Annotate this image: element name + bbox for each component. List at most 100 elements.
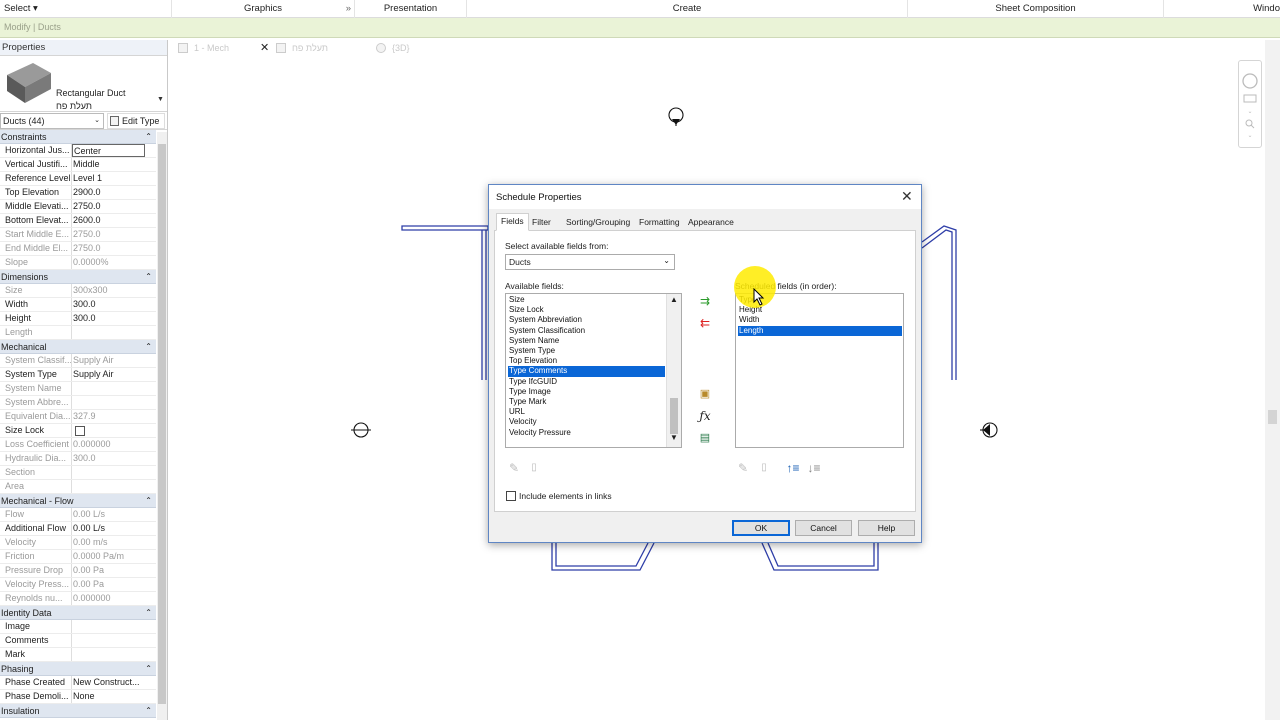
- collapse-icon[interactable]: ⌃: [145, 704, 152, 718]
- available-field-item[interactable]: Type Image: [508, 387, 665, 397]
- checkbox-box[interactable]: [506, 491, 516, 501]
- view-tab-1-mech[interactable]: 1 - Mech ✕: [172, 40, 272, 56]
- edit-type-button[interactable]: Edit Type: [107, 113, 165, 129]
- list-scrollbar[interactable]: ▲ ▼: [666, 294, 681, 447]
- available-field-item[interactable]: System Type: [508, 346, 665, 356]
- collapse-icon[interactable]: ⌃: [145, 606, 152, 620]
- available-field-item[interactable]: System Name: [508, 336, 665, 346]
- help-button[interactable]: Help: [858, 520, 915, 536]
- ribbon-sheet-composition-label: Sheet Composition: [995, 3, 1076, 14]
- scheduled-field-item[interactable]: Width: [738, 315, 902, 325]
- steering-wheel-icon[interactable]: ⌄ ⌄: [1239, 61, 1261, 147]
- ribbon-select-panel[interactable]: Select ▾: [0, 0, 172, 18]
- property-value[interactable]: Middle: [73, 158, 145, 171]
- scrollbar-thumb[interactable]: [158, 144, 166, 704]
- close-icon[interactable]: ✕: [901, 188, 913, 205]
- view-tab-3d[interactable]: {3D}: [370, 40, 450, 56]
- scheduled-field-item[interactable]: Length: [738, 325, 902, 336]
- view-tab-schedule[interactable]: תעלת פח: [270, 40, 370, 56]
- ok-button[interactable]: OK: [732, 520, 790, 536]
- available-field-item[interactable]: Size: [508, 295, 665, 305]
- section-title: Dimensions: [1, 272, 49, 282]
- property-section-header[interactable]: Phasing ⌃: [0, 662, 156, 676]
- property-row: Comments: [0, 634, 156, 648]
- property-value[interactable]: None: [73, 690, 145, 703]
- chevron-down-icon[interactable]: ▼: [157, 96, 164, 103]
- dialog-titlebar[interactable]: Schedule Properties ✕: [489, 185, 921, 209]
- available-field-item[interactable]: Type Comments: [508, 366, 665, 377]
- scroll-up-icon[interactable]: ▲: [670, 295, 678, 304]
- available-field-item[interactable]: Velocity Pressure: [508, 428, 665, 438]
- property-section-header[interactable]: Mechanical ⌃: [0, 340, 156, 354]
- add-field-icon[interactable]: ⇉: [698, 294, 712, 308]
- properties-scrollbar[interactable]: [157, 132, 167, 720]
- property-value[interactable]: 2750.0: [73, 200, 145, 213]
- ribbon-sheet-composition-panel[interactable]: Sheet Composition: [908, 0, 1164, 18]
- scrollbar-thumb[interactable]: [670, 398, 678, 434]
- move-down-icon[interactable]: ↓≡: [807, 461, 821, 475]
- property-value[interactable]: New Construct...: [73, 676, 145, 689]
- property-value[interactable]: 300.0: [73, 312, 145, 325]
- close-icon[interactable]: ✕: [260, 40, 269, 56]
- type-selector[interactable]: Rectangular Duct תעלת פח ▼: [0, 56, 167, 112]
- ribbon-graphics-panel[interactable]: Graphics »: [172, 0, 355, 18]
- instance-filter-dropdown[interactable]: Ducts (44) ⌄: [0, 113, 104, 129]
- collapse-icon[interactable]: ⌃: [145, 340, 152, 354]
- available-field-item[interactable]: Type Mark: [508, 397, 665, 407]
- property-section-header[interactable]: Dimensions ⌃: [0, 270, 156, 284]
- property-value[interactable]: Supply Air: [73, 368, 145, 381]
- tab-formatting[interactable]: Formatting: [634, 214, 685, 230]
- available-field-item[interactable]: URL: [508, 407, 665, 417]
- collapse-icon[interactable]: ⌃: [145, 494, 152, 508]
- property-section-header[interactable]: Constraints ⌃: [0, 130, 156, 144]
- available-field-item[interactable]: Type IfcGUID: [508, 377, 665, 387]
- move-up-icon[interactable]: ↑≡: [786, 461, 800, 475]
- property-section-header[interactable]: Identity Data ⌃: [0, 606, 156, 620]
- size-lock-checkbox[interactable]: [75, 426, 85, 436]
- calculated-value-icon[interactable]: ƒx: [698, 409, 712, 423]
- property-value[interactable]: 2600.0: [73, 214, 145, 227]
- tab-fields[interactable]: Fields: [496, 213, 529, 231]
- scheduled-field-item[interactable]: Height: [738, 305, 902, 315]
- panel-expander-icon[interactable]: »: [346, 0, 351, 18]
- ribbon-presentation-panel[interactable]: Presentation: [355, 0, 467, 18]
- scheduled-fields-list[interactable]: TypeHeightWidthLength: [735, 293, 904, 448]
- collapse-icon[interactable]: ⌃: [145, 130, 152, 144]
- available-field-item[interactable]: Velocity: [508, 417, 665, 427]
- combine-parameters-icon[interactable]: ▤: [698, 431, 712, 445]
- include-links-checkbox[interactable]: Include elements in links: [506, 491, 612, 501]
- scroll-down-icon[interactable]: ▼: [670, 433, 678, 442]
- tab-filter[interactable]: Filter: [527, 214, 556, 230]
- property-row: System Classif... Supply Air: [0, 354, 156, 368]
- ribbon-create-panel[interactable]: Create: [467, 0, 908, 18]
- property-value[interactable]: Center: [72, 144, 145, 157]
- navigation-bar[interactable]: ⌄ ⌄: [1238, 60, 1262, 148]
- property-value[interactable]: 2900.0: [73, 186, 145, 199]
- property-value[interactable]: Level 1: [73, 172, 145, 185]
- property-row: Additional Flow 0.00 L/s: [0, 522, 156, 536]
- collapse-icon[interactable]: ⌃: [145, 662, 152, 676]
- property-value: 0.00 L/s: [73, 509, 106, 519]
- collapse-icon[interactable]: ⌃: [145, 270, 152, 284]
- available-fields-list[interactable]: ▲ ▼ Size Size Lock System Abbreviation Syste…: [505, 293, 682, 448]
- canvas-scrollbar[interactable]: [1265, 40, 1280, 720]
- ribbon-window-panel[interactable]: Windo: [1164, 0, 1280, 18]
- available-field-item[interactable]: System Abbreviation: [508, 315, 665, 325]
- cancel-button[interactable]: Cancel: [795, 520, 852, 536]
- property-section-header[interactable]: Mechanical - Flow ⌃: [0, 494, 156, 508]
- category-dropdown[interactable]: Ducts ⌄: [505, 254, 675, 270]
- property-name: Vertical Justifi...: [5, 158, 72, 171]
- tab-sorting-grouping[interactable]: Sorting/Grouping: [561, 214, 635, 230]
- available-field-item[interactable]: Size Lock: [508, 305, 665, 315]
- scrollbar-thumb[interactable]: [1268, 410, 1277, 424]
- property-name: Height: [5, 312, 72, 325]
- property-value[interactable]: 0.00 L/s: [73, 522, 145, 535]
- available-field-item[interactable]: Top Elevation: [508, 356, 665, 366]
- tab-appearance[interactable]: Appearance: [683, 214, 739, 230]
- property-section-header[interactable]: Insulation ⌃: [0, 704, 156, 718]
- remove-field-icon[interactable]: ⇇: [698, 316, 712, 330]
- context-label: Modify | Ducts: [4, 22, 61, 32]
- add-parameter-icon[interactable]: ▣: [698, 387, 712, 401]
- available-field-item[interactable]: System Classification: [508, 326, 665, 336]
- property-value[interactable]: 300.0: [73, 298, 145, 311]
